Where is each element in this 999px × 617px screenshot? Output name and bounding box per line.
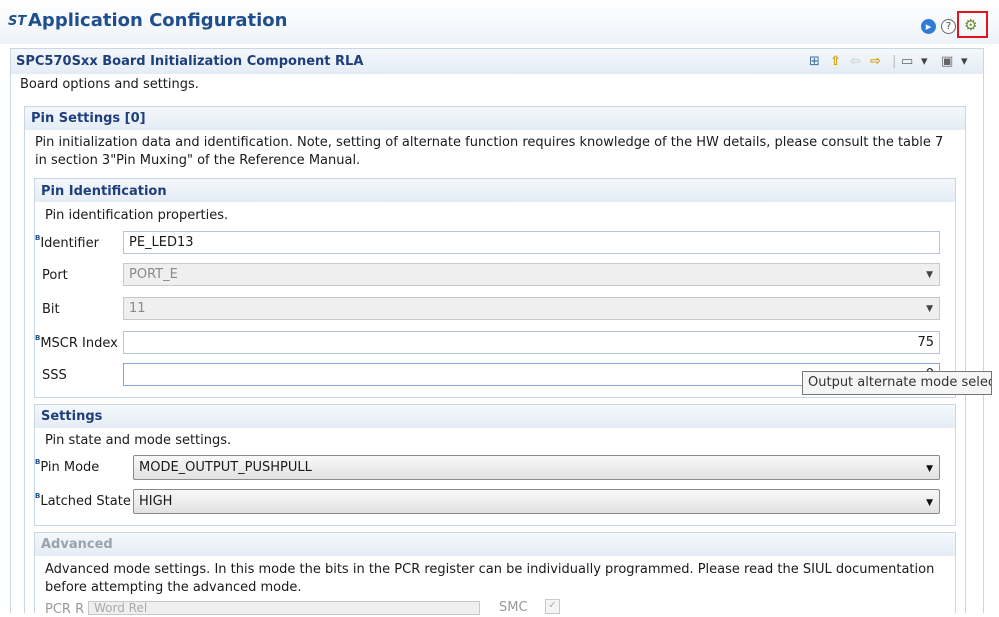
tree-view-icon[interactable]: ⊞ <box>809 54 820 69</box>
settings-description: Pin state and mode settings. <box>45 433 232 448</box>
chevron-down-icon: ▼ <box>926 498 933 508</box>
pin-identification-description: Pin identification properties. <box>45 208 229 223</box>
pcr-label: PCR R <box>45 602 85 617</box>
port-label: Port <box>42 268 68 283</box>
pin-settings-description: Pin initialization data and identificati… <box>35 135 944 168</box>
chevron-down-icon: ▼ <box>926 270 933 280</box>
required-marker-icon: B <box>35 334 41 342</box>
sss-label: SSS <box>42 368 67 383</box>
open-dropdown-icon[interactable]: ▾ <box>921 54 928 69</box>
open-folder-icon[interactable]: ▭ <box>901 54 913 69</box>
pin-identification-title[interactable]: Pin Identification <box>41 184 167 199</box>
save-dropdown-icon[interactable]: ▾ <box>961 54 968 69</box>
chevron-down-icon: ▼ <box>926 464 933 474</box>
run-icon: ▸ <box>925 20 932 33</box>
navigate-up-icon[interactable]: ⇧ <box>830 54 841 69</box>
pin-mode-label: BPin Mode <box>35 458 100 475</box>
component-description: Board options and settings. <box>20 77 199 92</box>
st-logo-icon: ST <box>8 14 27 29</box>
advanced-title[interactable]: Advanced <box>41 537 113 552</box>
page-title: Application Configuration <box>28 10 288 31</box>
help-icon: ? <box>945 21 952 32</box>
required-marker-icon: B <box>35 234 41 242</box>
generate-tool-icon[interactable]: ⚙ <box>964 16 977 34</box>
toolbar-separator: | <box>892 54 897 69</box>
advanced-description: Advanced mode settings. In this mode the… <box>45 562 935 595</box>
settings-title[interactable]: Settings <box>41 409 102 424</box>
chevron-down-icon: ▼ <box>926 304 933 314</box>
help-button[interactable]: ? <box>941 19 956 34</box>
save-icon[interactable]: ▣ <box>941 54 953 69</box>
pin-settings-title[interactable]: Pin Settings [0] <box>31 111 146 126</box>
settings-header[interactable] <box>35 405 955 428</box>
latched-state-select[interactable]: HIGH ▼ <box>133 489 940 514</box>
identifier-input[interactable]: PE_LED13 <box>123 231 940 254</box>
advanced-header[interactable] <box>35 533 955 556</box>
pin-settings-header[interactable] <box>25 107 965 130</box>
required-marker-icon: B <box>35 458 41 466</box>
pin-identification-header[interactable] <box>35 179 955 202</box>
navigate-back-icon[interactable]: ⇦ <box>850 54 861 69</box>
mscr-index-label: BMSCR Index <box>35 334 118 351</box>
pin-mode-select[interactable]: MODE_OUTPUT_PUSHPULL ▼ <box>133 455 940 480</box>
latched-state-label: BLatched State <box>35 492 131 509</box>
component-title: SPC570Sxx Board Initialization Component… <box>16 54 364 69</box>
port-select[interactable]: PORT_E ▼ <box>123 263 940 286</box>
run-button[interactable]: ▸ <box>921 19 936 34</box>
smc-checkbox[interactable]: ✓ <box>545 599 560 614</box>
tooltip: Output alternate mode selecti <box>802 371 992 395</box>
bit-select[interactable]: 11 ▼ <box>123 297 940 320</box>
required-marker-icon: B <box>35 492 41 500</box>
mscr-index-input[interactable]: 75 <box>123 331 940 354</box>
bit-label: Bit <box>42 302 60 317</box>
navigate-forward-icon[interactable]: ⇨ <box>870 54 881 69</box>
identifier-label: BIdentifier <box>35 234 99 251</box>
